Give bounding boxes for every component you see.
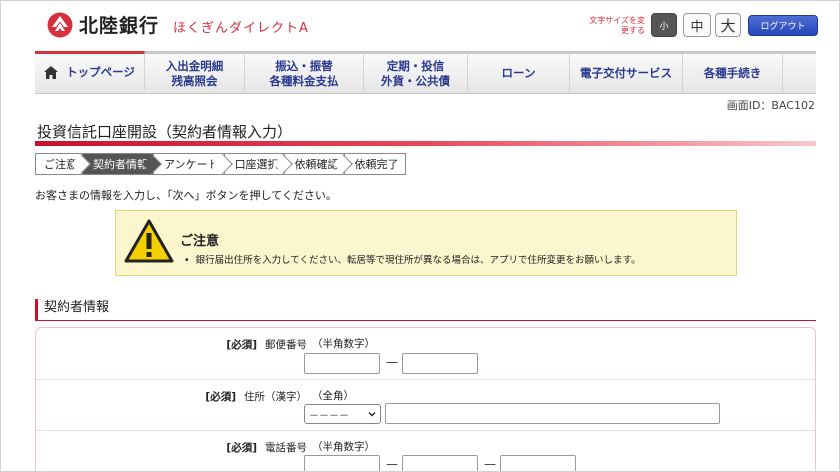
phone-first-input[interactable] xyxy=(304,455,380,471)
chevron-down-icon xyxy=(368,412,376,417)
phone-third-input[interactable] xyxy=(500,455,576,471)
font-size-medium-button[interactable]: 中 xyxy=(683,13,711,37)
nav-item-label: 入出金明細 残高照会 xyxy=(165,58,224,88)
step-label: 契約者情報 xyxy=(93,158,148,171)
address-hint: （全角） xyxy=(312,390,354,402)
step-label: 依頼確認 xyxy=(294,158,339,171)
nav-item-procedures[interactable]: 各種手続き xyxy=(683,54,783,93)
prefecture-select[interactable]: －－－－ xyxy=(304,404,381,424)
nav-item-label: 電子交付サービス xyxy=(580,66,672,80)
contractor-form: [必須] 郵便番号 （半角数字） — [必須] 住所（漢字） （全角） －－－－ [… xyxy=(35,327,816,471)
nav-item-label: ローン xyxy=(501,66,536,80)
nav-item-label: 振込・振替 各種料金支払 xyxy=(269,58,339,88)
nav-item-label: 各種手続き xyxy=(703,66,762,80)
nav-item-top[interactable]: トップページ xyxy=(35,51,145,90)
nav-item-investment[interactable]: 定期・投信 外貨・公共債 xyxy=(364,54,468,93)
section-title: 契約者情報 xyxy=(35,299,816,321)
intro-text: お客さまの情報を入力し、「次へ」ボタンを押してください。 xyxy=(35,189,337,202)
nav-item-statements[interactable]: 入出金明細 残高照会 xyxy=(145,54,245,93)
address-input[interactable] xyxy=(385,403,720,424)
warning-icon xyxy=(124,219,174,263)
font-size-small-button[interactable]: 小 xyxy=(651,13,677,37)
field-label: 郵便番号 xyxy=(265,339,307,351)
nav-item-loan[interactable]: ローン xyxy=(468,54,570,93)
required-badge: [必須] xyxy=(226,442,257,454)
postal-code-first-input[interactable] xyxy=(304,353,380,374)
phone-second-input[interactable] xyxy=(402,455,478,471)
step-label: アンケート xyxy=(164,158,219,171)
phone-separator: — xyxy=(484,457,496,471)
step-label: 依頼完了 xyxy=(354,158,399,171)
font-size-label: 文字サイズを変更する xyxy=(589,16,645,35)
postal-label: [必須] 郵便番号 xyxy=(226,337,307,352)
form-row-phone: [必須] 電話番号 （半角数字） — — xyxy=(36,431,815,471)
nav-item-label: トップページ xyxy=(66,64,135,79)
phone-separator: — xyxy=(386,457,398,471)
prefecture-select-value: －－－－ xyxy=(309,410,349,422)
postal-code-second-input[interactable] xyxy=(402,353,478,374)
logout-button[interactable]: ログアウト xyxy=(748,15,818,36)
phone-label: [必須] 電話番号 xyxy=(226,440,307,455)
step-questionnaire: アンケート xyxy=(153,153,233,175)
form-row-address: [必須] 住所（漢字） （全角） －－－－ xyxy=(36,380,815,431)
notice-text: 銀行届出住所を入力してください、転居等で現住所が異なる場合は、アプリで住所変更を… xyxy=(184,252,641,266)
house-icon xyxy=(44,65,59,79)
global-nav: トップページ 入出金明細 残高照会 振込・振替 各種料金支払 定期・投信 外貨・… xyxy=(35,51,816,94)
nav-item-label: 定期・投信 外貨・公共債 xyxy=(381,58,450,88)
header: 北陸銀行 ほくぎんダイレクトA 文字サイズを変更する 小 中 大 ログアウト xyxy=(1,1,839,51)
required-badge: [必須] xyxy=(205,391,236,403)
nav-item-transfer[interactable]: 振込・振替 各種料金支払 xyxy=(245,54,364,93)
notice-title: ご注意 xyxy=(180,234,220,249)
field-label: 電話番号 xyxy=(265,442,307,454)
step-contractor-info: 契約者情報 xyxy=(82,153,162,175)
field-label: 住所（漢字） xyxy=(244,391,307,403)
caution-notice: ご注意 銀行届出住所を入力してください、転居等で現住所が異なる場合は、アプリで住… xyxy=(115,210,737,276)
phone-hint: （半角数字） xyxy=(312,441,375,453)
service-name: ほくぎんダイレクトA xyxy=(173,20,309,36)
step-caution: ご注意 xyxy=(35,153,91,175)
browser-frame: 北陸銀行 ほくぎんダイレクトA 文字サイズを変更する 小 中 大 ログアウト ト… xyxy=(0,0,840,472)
address-label: [必須] 住所（漢字） xyxy=(205,389,307,404)
required-badge: [必須] xyxy=(226,339,257,351)
bank-name: 北陸銀行 xyxy=(79,15,160,37)
nav-item-e-delivery[interactable]: 電子交付サービス xyxy=(570,54,683,93)
bank-logo[interactable]: 北陸銀行 ほくぎんダイレクトA xyxy=(47,11,309,38)
step-label: 口座選択 xyxy=(234,158,279,171)
screen-id: 画面ID：BAC102 xyxy=(726,99,815,112)
title-underline xyxy=(35,141,816,146)
form-row-postal: [必須] 郵便番号 （半角数字） — xyxy=(36,328,815,380)
step-indicator: ご注意 契約者情報 アンケート 口座選択 依頼確認 依頼完了 xyxy=(35,153,406,175)
postal-hint: （半角数字） xyxy=(312,338,375,350)
font-size-large-button[interactable]: 大 xyxy=(715,13,741,37)
bank-logo-icon xyxy=(47,12,73,37)
postal-separator: — xyxy=(386,355,398,369)
